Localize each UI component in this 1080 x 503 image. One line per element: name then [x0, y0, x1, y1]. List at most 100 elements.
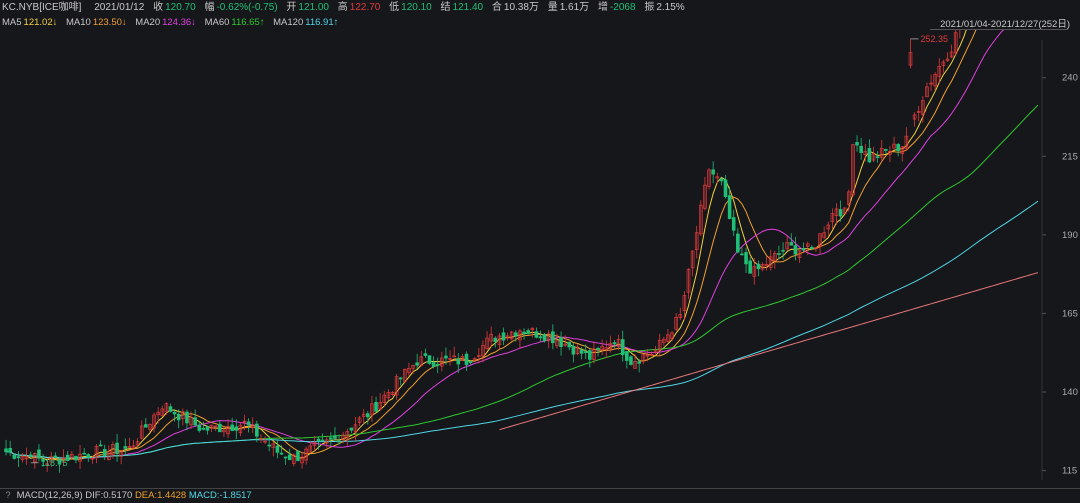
candle-body: [123, 446, 128, 449]
close-value: 120.70: [165, 2, 196, 13]
candle-body: [415, 362, 419, 366]
candle-body: [267, 444, 271, 447]
candle-body: [16, 456, 21, 459]
candle-body: [777, 253, 781, 255]
candle-body: [435, 363, 440, 366]
candle-body: [218, 423, 222, 433]
ma5-value: 121.02↓: [23, 17, 58, 28]
candle-body: [719, 178, 724, 182]
y-tick-label: 140: [1062, 387, 1078, 398]
candle-body: [789, 242, 794, 246]
candle-body: [468, 361, 473, 364]
candle-body: [596, 348, 600, 350]
candle-body: [542, 334, 547, 342]
candle-body: [82, 452, 86, 455]
candle-body: [176, 413, 181, 421]
candle-body: [723, 179, 728, 197]
candle-body: [205, 426, 210, 431]
macd-value: -1.8517: [219, 490, 252, 501]
high-value: 122.70: [349, 2, 381, 13]
help-icon[interactable]: ?: [2, 489, 14, 503]
settle-value: 121.40: [452, 2, 484, 13]
candle-body: [629, 356, 633, 365]
candle-body: [98, 444, 103, 447]
dea-value: 1.4428: [157, 490, 187, 501]
kline-chart[interactable]: 115 140 165 190 215 240 252.35 118.75: [0, 30, 1080, 488]
high-label: 高: [337, 2, 348, 13]
candle-body: [283, 456, 288, 459]
candle-body: [193, 417, 197, 426]
candle-body: [28, 454, 33, 457]
candle-body: [279, 452, 284, 455]
open-value: 121.00: [298, 2, 329, 13]
candle-body: [727, 195, 732, 219]
date-label: 2021/01/12: [94, 2, 145, 13]
candle-body: [197, 424, 202, 431]
candle-body: [320, 439, 325, 442]
candle-body: [74, 455, 78, 461]
candle-body: [551, 331, 555, 344]
quote-header: KC.NYB[ICE咖啡] 2021/01/12 收 120.70 幅 -0.62%…: [0, 0, 1080, 16]
candle-body: [567, 341, 572, 348]
candle-body: [744, 252, 748, 265]
candle-body: [316, 438, 321, 442]
candle-body: [464, 353, 469, 366]
candle-body: [748, 260, 752, 274]
open-interest-label: 合: [491, 2, 502, 13]
candle-body: [501, 332, 506, 341]
candle-body: [374, 401, 378, 412]
dif-value: 0.5170: [103, 490, 133, 501]
candle-body: [423, 353, 428, 356]
macd-value-label: MACD:: [188, 490, 220, 501]
amplitude-value: 2.15%: [656, 2, 685, 13]
candle-body: [287, 454, 292, 461]
candle-body: [559, 337, 563, 347]
change-value: -0.62%(-0.75): [216, 2, 278, 13]
candle-body: [855, 142, 859, 146]
candle-body: [366, 413, 370, 418]
min-label: 118.75: [41, 458, 68, 468]
candle-body: [255, 423, 259, 437]
candle-body: [522, 331, 526, 334]
candle-body: [838, 209, 843, 217]
symbol-label[interactable]: KC.NYB[ICE咖啡]: [2, 2, 81, 13]
candle-body: [144, 424, 148, 428]
candle-body: [620, 339, 625, 356]
close-label: 收: [153, 2, 164, 13]
candle-body: [493, 337, 498, 343]
candle-body: [859, 145, 863, 153]
ma120-label: MA120: [273, 17, 304, 28]
candle-body: [102, 448, 107, 457]
y-tick-label: 115: [1062, 466, 1077, 477]
ma60-value: 116.65↑: [231, 17, 265, 28]
candle-body: [12, 454, 17, 459]
y-tick-label: 165: [1062, 308, 1078, 319]
candle-body: [431, 362, 436, 367]
ma60-label: MA60: [204, 17, 230, 28]
amplitude-label: 振: [644, 2, 655, 13]
candle-body: [736, 233, 740, 253]
ma-line-ma10: [6, 30, 977, 461]
candle-body: [711, 169, 715, 175]
ma-line-ma60: [6, 104, 1039, 459]
candle-body: [514, 332, 518, 337]
candle-body: [337, 440, 341, 443]
candle-body: [612, 342, 617, 345]
candle-body: [172, 411, 177, 415]
candle-body: [201, 427, 206, 430]
candle-body: [625, 351, 629, 361]
candle-body: [349, 427, 354, 431]
y-tick-label: 190: [1062, 230, 1078, 241]
ma-legend: MA5 121.02↓ MA10 123.50↓ MA20 124.36↓ MA60 1…: [0, 16, 1080, 30]
candle-body: [896, 144, 900, 151]
candle-body: [333, 435, 337, 439]
settle-label: 结: [440, 2, 451, 13]
ma5-label: MA5: [2, 17, 22, 28]
candle-body: [571, 346, 576, 355]
candle-body: [801, 248, 806, 251]
volume-label: 量: [547, 2, 558, 13]
candle-body: [427, 355, 432, 364]
volume-value: 1.61万: [559, 2, 590, 13]
candle-body: [810, 246, 814, 249]
low-label: 低: [389, 2, 400, 13]
